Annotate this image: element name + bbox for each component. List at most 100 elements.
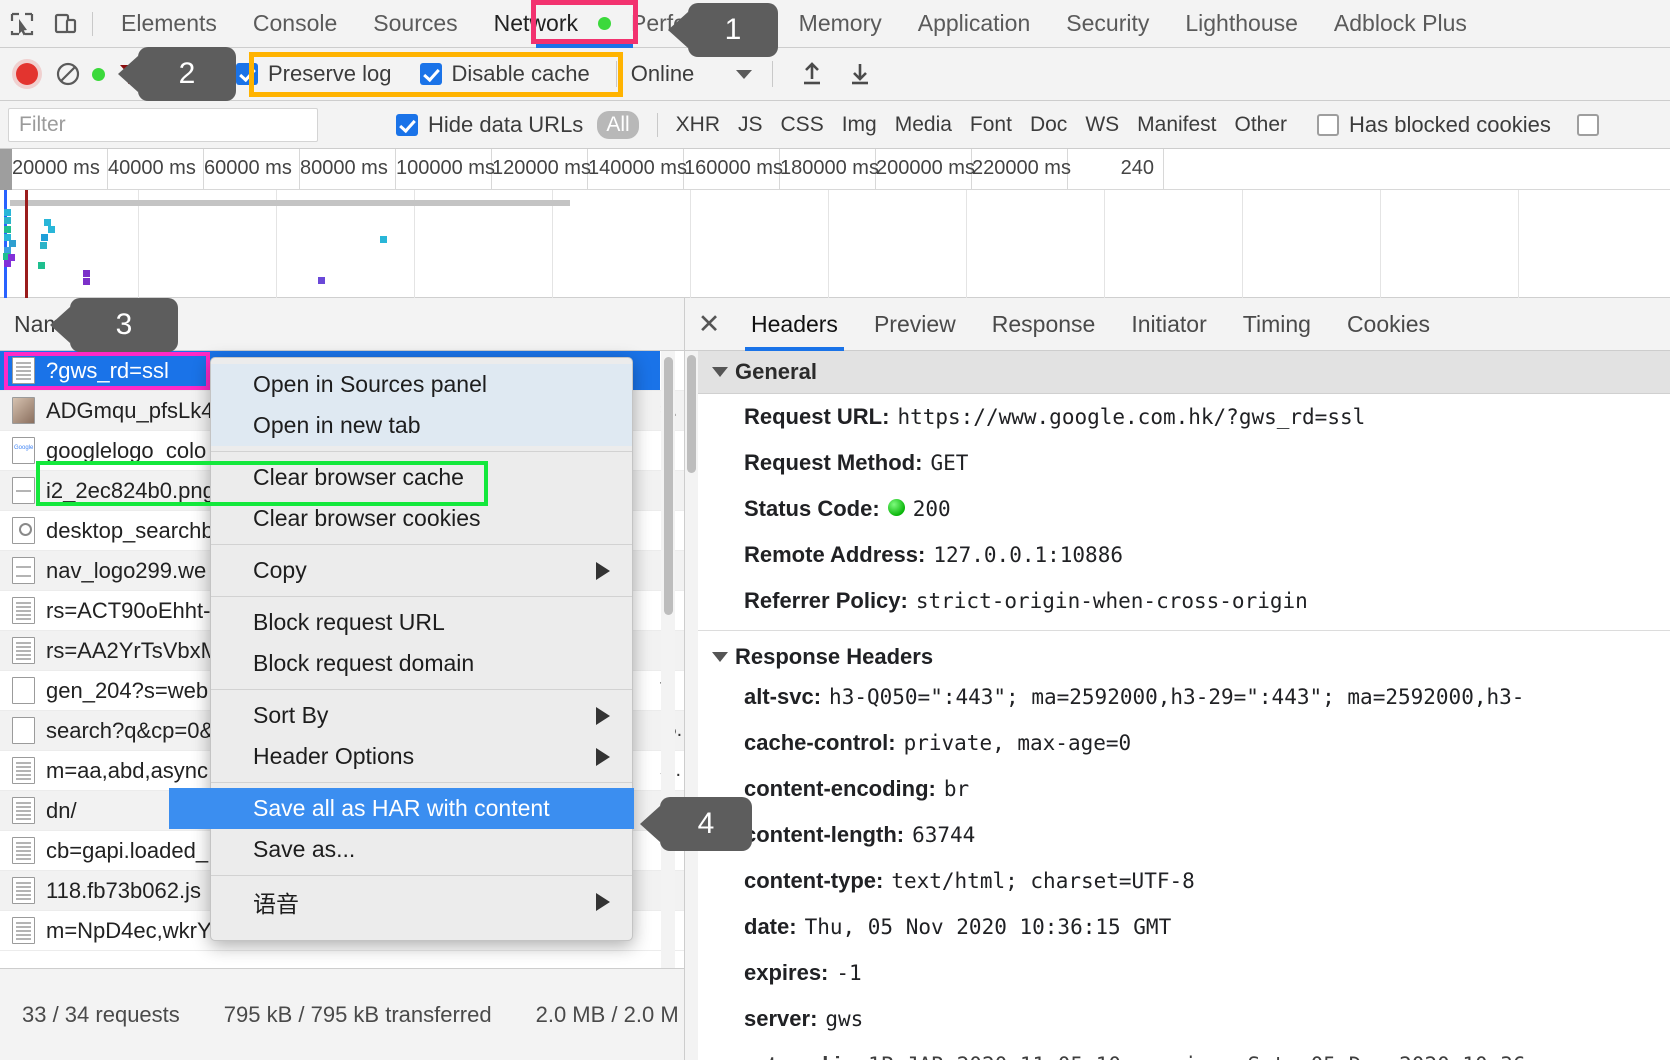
export-har-icon[interactable] — [847, 61, 873, 87]
details-tab-preview[interactable]: Preview — [856, 298, 974, 351]
request-name: ?gws_rd=ssl — [46, 357, 169, 383]
menu-item-save-all-as-har-with-content[interactable]: Save all as HAR with content — [169, 788, 634, 829]
image-icon — [12, 557, 35, 584]
record-stop-icon[interactable] — [16, 63, 38, 85]
search-input[interactable]: Filter — [8, 107, 318, 142]
ruler-tick: 80000 ms — [300, 149, 396, 190]
header-key: Status Code: — [744, 496, 880, 521]
menu-item-open-in-new-tab[interactable]: Open in new tab — [211, 405, 632, 446]
filter-type-all[interactable]: All — [597, 110, 639, 139]
header-value: GET — [930, 451, 969, 475]
request-name: cb=gapi.loaded_ — [46, 837, 209, 863]
ruler-tick: 120000 ms — [492, 149, 591, 190]
tab-elements[interactable]: Elements — [103, 0, 235, 48]
filter-type-other[interactable]: Other — [1235, 113, 1288, 137]
callout-number: 2 — [178, 57, 196, 90]
callout-badge-4: 4 — [660, 797, 752, 851]
details-scrollbar[interactable] — [685, 351, 698, 1060]
header-row-cache-control: cache-control: private, max-age=0 — [698, 720, 1670, 766]
menu-item-speech[interactable]: 语音 — [211, 881, 632, 922]
menu-item-save-as[interactable]: Save as... — [211, 829, 632, 870]
tab-sources[interactable]: Sources — [355, 0, 475, 48]
throttling-select[interactable]: Online — [631, 61, 753, 87]
header-value: br — [943, 777, 970, 801]
capture-indicator-icon — [92, 67, 105, 81]
tab-security[interactable]: Security — [1048, 0, 1167, 48]
filter-type-css[interactable]: CSS — [781, 113, 824, 137]
blank-document-icon — [12, 677, 35, 704]
menu-item-block-request-url[interactable]: Block request URL — [211, 602, 632, 643]
hide-data-urls-checkbox[interactable]: Hide data URLs — [396, 112, 583, 138]
document-icon — [12, 877, 35, 904]
details-tab-timing[interactable]: Timing — [1225, 298, 1329, 351]
ruler-tick: 160000 ms — [684, 149, 783, 190]
devtools-window: Elements Console Sources Network Perform… — [0, 0, 1670, 1060]
network-overview-graph[interactable] — [0, 190, 1670, 298]
blocked-requests-checkbox[interactable] — [1576, 113, 1599, 136]
import-har-icon[interactable] — [799, 61, 825, 87]
response-headers-section-header[interactable]: Response Headers — [698, 640, 1670, 674]
google-logo-icon — [12, 437, 35, 464]
tab-console[interactable]: Console — [235, 0, 355, 48]
tab-adblock-plus[interactable]: Adblock Plus — [1316, 0, 1485, 48]
menu-item-header-options[interactable]: Header Options — [211, 736, 632, 777]
clear-icon[interactable] — [56, 62, 80, 86]
header-value: 127.0.0.1:10886 — [933, 543, 1123, 567]
general-section-header[interactable]: General — [698, 351, 1670, 394]
tab-label: Lighthouse — [1185, 10, 1298, 36]
tab-network[interactable]: Network — [476, 0, 596, 48]
header-key: alt-svc: — [744, 684, 822, 709]
request-list-scrollbar[interactable] — [661, 351, 675, 968]
menu-item-clear-browser-cookies[interactable]: Clear browser cookies — [211, 498, 632, 539]
has-blocked-cookies-checkbox[interactable]: Has blocked cookies — [1317, 112, 1551, 138]
chevron-down-icon — [736, 69, 753, 79]
details-tab-label: Timing — [1242, 310, 1311, 337]
header-row-remote-address: Remote Address: 127.0.0.1:10886 — [698, 532, 1670, 578]
scrollbar-thumb[interactable] — [687, 355, 696, 473]
filter-type-xhr[interactable]: XHR — [676, 113, 720, 137]
filter-type-img[interactable]: Img — [842, 113, 877, 137]
inspect-element-icon[interactable] — [0, 0, 44, 48]
resources-size: 2.0 MB / 2.0 M — [535, 1001, 679, 1027]
menu-item-copy[interactable]: Copy — [211, 550, 632, 591]
filter-type-font[interactable]: Font — [970, 113, 1012, 137]
close-icon[interactable]: ✕ — [685, 309, 733, 340]
network-status-bar: 33 / 34 requests 795 kB / 795 kB transfe… — [0, 968, 684, 1060]
details-tab-headers[interactable]: Headers — [733, 298, 856, 351]
header-key: content-type: — [744, 868, 884, 893]
menu-item-block-request-domain[interactable]: Block request domain — [211, 643, 632, 684]
disable-cache-checkbox[interactable]: Disable cache — [419, 61, 590, 87]
request-context-menu[interactable]: Open in Sources panel Open in new tab Cl… — [169, 357, 634, 941]
request-name: m=aa,abd,async — [46, 757, 209, 783]
filter-type-js[interactable]: JS — [738, 113, 763, 137]
tab-memory[interactable]: Memory — [781, 0, 900, 48]
filter-type-doc[interactable]: Doc — [1030, 113, 1067, 137]
toolbar-divider — [772, 61, 774, 87]
tab-lighthouse[interactable]: Lighthouse — [1167, 0, 1316, 48]
header-key: cache-control: — [744, 730, 896, 755]
scrollbar-thumb[interactable] — [664, 357, 673, 615]
menu-item-sort-by[interactable]: Sort By — [211, 695, 632, 736]
header-value: 1P_JAR=2020-11-05-10; expires=Sat, 05 De… — [868, 1053, 1525, 1060]
header-value: strict-origin-when-cross-origin — [915, 589, 1308, 613]
tab-application[interactable]: Application — [900, 0, 1049, 48]
filter-type-media[interactable]: Media — [895, 113, 952, 137]
request-name: ADGmqu_pfsLk4 — [46, 397, 214, 423]
menu-item-open-in-sources-panel[interactable]: Open in Sources panel — [211, 364, 632, 405]
details-tab-cookies[interactable]: Cookies — [1329, 298, 1448, 351]
filter-type-ws[interactable]: WS — [1085, 113, 1119, 137]
menu-separator — [211, 451, 632, 452]
blank-document-icon — [12, 717, 35, 744]
device-toolbar-icon[interactable] — [44, 0, 88, 48]
request-name: search?q&cp=0& — [46, 717, 215, 743]
request-name: rs=ACT90oEhht- — [46, 597, 211, 623]
tab-label: Memory — [798, 10, 882, 36]
filter-type-manifest[interactable]: Manifest — [1137, 113, 1216, 137]
details-tab-response[interactable]: Response — [974, 298, 1114, 351]
preserve-log-checkbox[interactable]: Preserve log — [236, 61, 392, 87]
request-name: desktop_searchb — [46, 517, 214, 543]
toolbar-divider — [92, 11, 93, 36]
ruler-tick: 180000 ms — [780, 149, 879, 190]
details-tab-initiator[interactable]: Initiator — [1113, 298, 1224, 351]
menu-item-clear-browser-cache[interactable]: Clear browser cache — [211, 457, 632, 498]
